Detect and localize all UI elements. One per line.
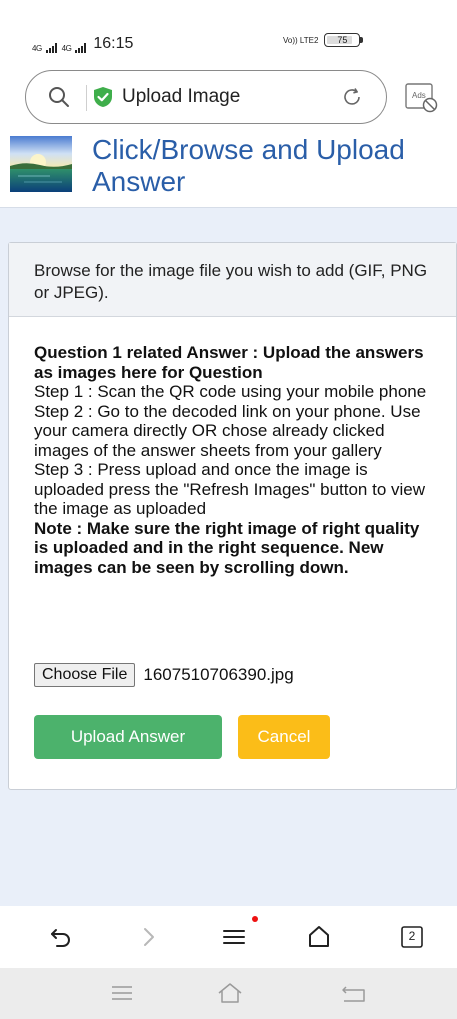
reload-icon[interactable] — [340, 85, 364, 109]
step-2: Step 2 : Go to the decoded link on your … — [34, 401, 421, 460]
system-back-icon[interactable] — [340, 981, 368, 1005]
signal-2-label: 4G — [61, 44, 72, 53]
choose-file-button[interactable]: Choose File — [34, 663, 136, 687]
menu-icon[interactable] — [221, 924, 247, 950]
question-heading: Question 1 related Answer : Upload the a… — [34, 343, 424, 382]
upload-answer-button[interactable]: Upload Answer — [34, 715, 222, 759]
battery-level: 75 — [337, 35, 348, 45]
tabs-icon[interactable]: 2 — [400, 925, 424, 949]
instructions: Question 1 related Answer : Upload the a… — [34, 343, 434, 577]
address-bar[interactable]: Upload Image — [25, 70, 387, 124]
landscape-logo-image — [10, 136, 72, 192]
system-menu-icon[interactable] — [108, 981, 136, 1005]
back-icon[interactable] — [48, 924, 74, 950]
selected-file-name: 1607510706390.jpg — [143, 665, 294, 684]
web-page: Click/Browse and Upload Answer Browse fo… — [0, 132, 457, 906]
signal-bars-icon — [75, 43, 87, 53]
notification-dot — [252, 916, 258, 922]
page-title: Click/Browse and Upload Answer — [92, 134, 405, 197]
page-header: Click/Browse and Upload Answer — [0, 132, 457, 208]
status-time: 16:15 — [93, 35, 134, 52]
address-text[interactable]: Upload Image — [122, 86, 240, 108]
step-1: Step 1 : Scan the QR code using your mob… — [34, 382, 427, 401]
search-icon[interactable] — [48, 86, 70, 108]
signal-bars-icon — [45, 43, 57, 53]
address-divider — [86, 85, 87, 111]
forward-icon[interactable] — [136, 924, 162, 950]
status-bar: 4G 4G 16:15 Vo)) LTE2 75 — [0, 0, 457, 62]
browser-address-row: Upload Image Ads — [0, 62, 457, 132]
svg-text:Ads: Ads — [412, 91, 426, 100]
browser-toolbar: 2 — [0, 906, 457, 968]
cancel-button[interactable]: Cancel — [238, 715, 330, 759]
status-left: 4G 4G 16:15 — [32, 35, 133, 53]
status-right: Vo)) LTE2 75 — [283, 33, 364, 47]
home-icon[interactable] — [306, 924, 332, 950]
file-input-row: Choose File 1607510706390.jpg — [34, 663, 294, 687]
dialog-actions: Upload Answer Cancel — [34, 715, 330, 759]
system-nav-bar — [0, 968, 457, 1019]
ads-block-icon[interactable]: Ads — [404, 82, 440, 114]
step-3: Step 3 : Press upload and once the image… — [34, 460, 426, 518]
battery-icon: 75 — [324, 33, 364, 47]
system-home-icon[interactable] — [216, 981, 244, 1005]
shield-check-icon — [94, 87, 112, 107]
signal-1-label: 4G — [32, 44, 42, 53]
dialog-intro: Browse for the image file you wish to ad… — [9, 243, 456, 317]
tabs-count: 2 — [408, 929, 416, 943]
upload-dialog: Browse for the image file you wish to ad… — [8, 242, 457, 790]
volte-label: Vo)) LTE2 — [283, 35, 319, 45]
note: Note : Make sure the right image of righ… — [34, 518, 420, 577]
